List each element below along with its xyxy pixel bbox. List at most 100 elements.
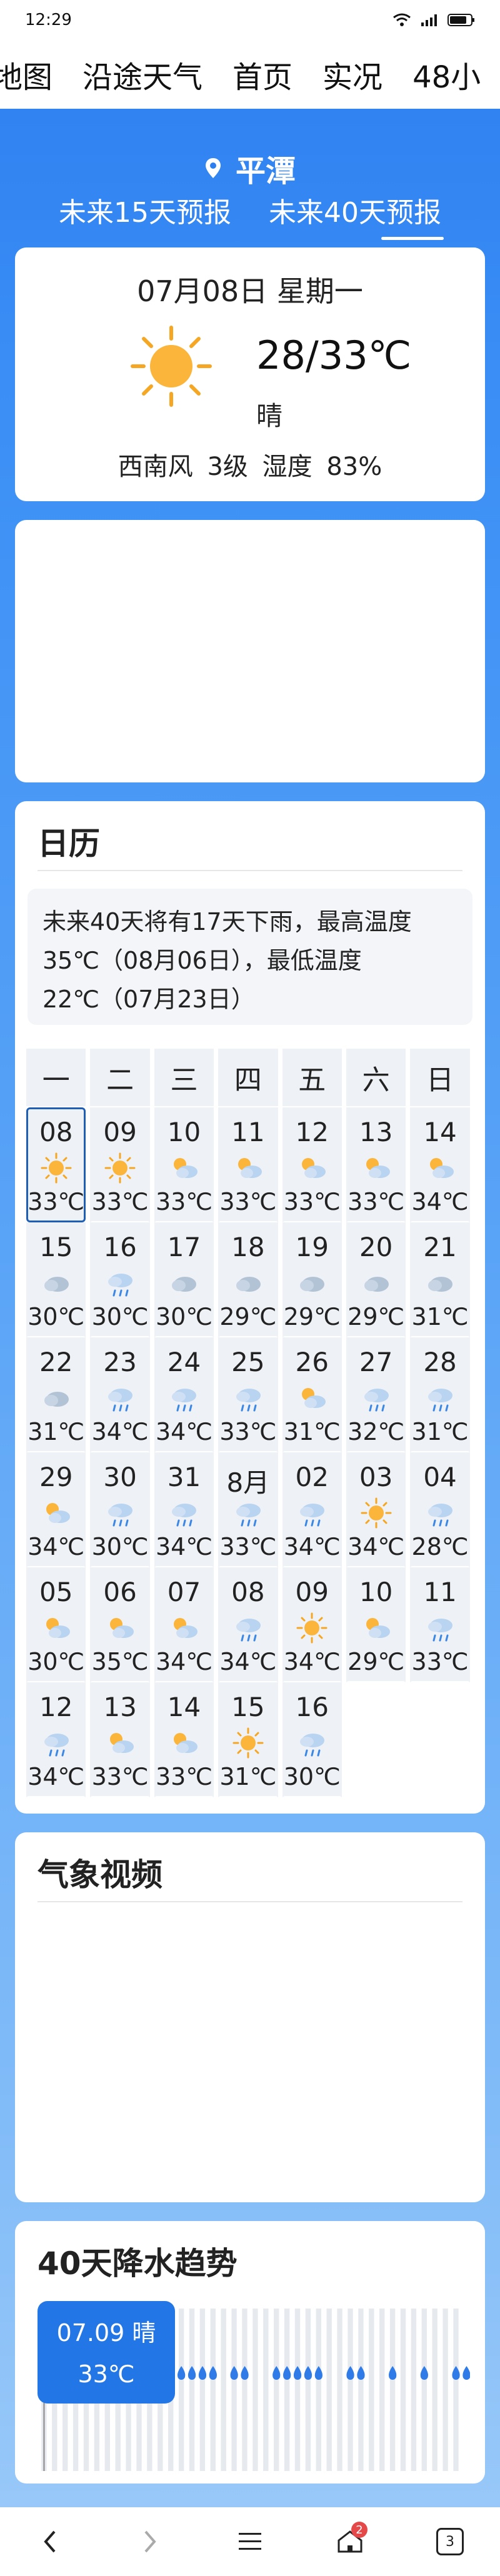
calendar-day[interactable]: 15 31℃ xyxy=(218,1682,278,1797)
calendar-day[interactable]: 27 32℃ xyxy=(346,1337,406,1452)
rain-drop-marker xyxy=(452,2366,460,2380)
calendar-day[interactable]: 12 34℃ xyxy=(26,1682,86,1797)
day-temperature: 29℃ xyxy=(348,1303,405,1330)
calendar-day[interactable]: 08 33℃ xyxy=(26,1107,86,1222)
calendar-day[interactable]: 28 31℃ xyxy=(410,1337,470,1452)
day-temperature: 31℃ xyxy=(219,1763,277,1790)
day-temperature: 33℃ xyxy=(219,1188,277,1216)
city-selector[interactable]: 平潭 xyxy=(0,146,500,190)
calendar-day[interactable]: 23 34℃ xyxy=(90,1337,150,1452)
tab-15-day[interactable]: 未来15天预报 xyxy=(59,190,231,240)
calendar-day[interactable]: 24 34℃ xyxy=(154,1337,214,1452)
bottom-nav-bar: 2 3 xyxy=(0,2507,500,2576)
tooltip-date: 07.09 晴 xyxy=(56,2319,156,2347)
nav-map[interactable]: 地图 xyxy=(0,52,52,96)
rain-icon xyxy=(104,1267,136,1299)
nav-route-weather[interactable]: 沿途天气 xyxy=(82,52,202,96)
calendar-day[interactable]: 04 28℃ xyxy=(410,1452,470,1567)
calendar-day[interactable]: 06 35℃ xyxy=(90,1567,150,1682)
rain-icon xyxy=(424,1382,456,1414)
rain-drop-marker xyxy=(283,2366,291,2380)
calendar-day[interactable]: 16 30℃ xyxy=(282,1682,342,1797)
calendar-day[interactable]: 05 30℃ xyxy=(26,1567,86,1682)
day-temperature: 35℃ xyxy=(91,1648,149,1675)
day-bar xyxy=(316,2309,321,2471)
calendar-day[interactable]: 11 33℃ xyxy=(218,1107,278,1222)
day-temperature: 31℃ xyxy=(28,1418,85,1445)
nav-home[interactable]: 首页 xyxy=(232,52,292,96)
calendar-day[interactable]: 8月 33℃ xyxy=(218,1452,278,1567)
rain-icon xyxy=(360,1382,392,1414)
day-temperature: 33℃ xyxy=(219,1533,277,1560)
calendar-day[interactable]: 15 30℃ xyxy=(26,1222,86,1337)
calendar-summary: 未来40天将有17天下雨，最高温度35℃（08月06日），最低温度22℃（07月… xyxy=(28,889,472,1025)
rain-drop-marker xyxy=(178,2366,186,2380)
calendar-day[interactable]: 17 30℃ xyxy=(154,1222,214,1337)
calendar-day[interactable]: 14 33℃ xyxy=(154,1682,214,1797)
city-name: 平潭 xyxy=(235,154,296,189)
calendar-day[interactable]: 25 33℃ xyxy=(218,1337,278,1452)
calendar-day[interactable]: 13 33℃ xyxy=(90,1682,150,1797)
calendar-day[interactable]: 22 31℃ xyxy=(26,1337,86,1452)
day-number: 08 xyxy=(231,1577,265,1607)
divider xyxy=(38,870,462,871)
calendar-day[interactable]: 26 31℃ xyxy=(282,1337,342,1452)
nav-48h[interactable]: 48小 xyxy=(412,52,481,96)
chevron-left-icon xyxy=(44,2530,56,2553)
day-bar xyxy=(400,2309,406,2471)
day-number: 28 xyxy=(423,1347,457,1377)
sun-icon xyxy=(360,1497,392,1529)
calendar-day[interactable]: 20 29℃ xyxy=(346,1222,406,1337)
calendar-day[interactable]: 18 29℃ xyxy=(218,1222,278,1337)
calendar-day[interactable]: 09 34℃ xyxy=(282,1567,342,1682)
day-bar xyxy=(284,2309,290,2471)
calendar-day[interactable]: 16 30℃ xyxy=(90,1222,150,1337)
calendar-day[interactable]: 13 33℃ xyxy=(346,1107,406,1222)
today-condition: 晴 xyxy=(256,401,283,431)
home-button[interactable]: 2 xyxy=(325,2517,375,2567)
sun-icon xyxy=(232,1727,264,1759)
rain-icon xyxy=(168,1382,200,1414)
calendar-day[interactable]: 30 30℃ xyxy=(90,1452,150,1567)
day-number: 12 xyxy=(295,1117,329,1147)
day-temperature: 34℃ xyxy=(219,1648,277,1675)
menu-button[interactable] xyxy=(225,2517,275,2567)
weekday-wed: 三 xyxy=(154,1049,214,1106)
calendar-day[interactable]: 02 34℃ xyxy=(282,1452,342,1567)
calendar-day[interactable]: 21 31℃ xyxy=(410,1222,470,1337)
weather-video-card: 气象视频 xyxy=(15,1832,485,2202)
calendar-day[interactable]: 11 33℃ xyxy=(410,1567,470,1682)
rain-icon xyxy=(104,1497,136,1529)
nav-live[interactable]: 实况 xyxy=(322,52,382,96)
calendar-day[interactable]: 12 33℃ xyxy=(282,1107,342,1222)
calendar-day[interactable]: 19 29℃ xyxy=(282,1222,342,1337)
calendar-day[interactable]: 29 34℃ xyxy=(26,1452,86,1567)
home-badge: 2 xyxy=(351,2522,368,2538)
forward-button[interactable] xyxy=(125,2517,175,2567)
day-bar xyxy=(421,2309,427,2471)
day-number: 09 xyxy=(295,1577,329,1607)
rain-drop-marker xyxy=(198,2366,207,2380)
day-temperature: 33℃ xyxy=(91,1188,149,1216)
calendar-day[interactable]: 14 34℃ xyxy=(410,1107,470,1222)
tabs-button[interactable]: 3 xyxy=(425,2517,475,2567)
tab-count: 3 xyxy=(436,2528,464,2555)
calendar-day[interactable]: 07 34℃ xyxy=(154,1567,214,1682)
calendar-day[interactable]: 08 34℃ xyxy=(218,1567,278,1682)
tab-40-day[interactable]: 未来40天预报 xyxy=(269,190,444,240)
divider xyxy=(38,1901,462,1902)
calendar-day[interactable]: 09 33℃ xyxy=(90,1107,150,1222)
day-temperature: 30℃ xyxy=(28,1648,85,1675)
calendar-day[interactable]: 31 34℃ xyxy=(154,1452,214,1567)
day-number: 26 xyxy=(295,1347,329,1377)
calendar-day[interactable]: 10 33℃ xyxy=(154,1107,214,1222)
back-button[interactable] xyxy=(25,2517,75,2567)
weekday-thu: 四 xyxy=(218,1049,278,1106)
status-time: 12:29 xyxy=(25,11,72,29)
calendar-day[interactable]: 03 34℃ xyxy=(346,1452,406,1567)
weekday-mon: 一 xyxy=(26,1049,86,1106)
calendar-day[interactable]: 10 29℃ xyxy=(346,1567,406,1682)
day-number: 03 xyxy=(359,1462,393,1492)
day-bar xyxy=(221,2309,226,2471)
day-number: 29 xyxy=(39,1462,73,1492)
